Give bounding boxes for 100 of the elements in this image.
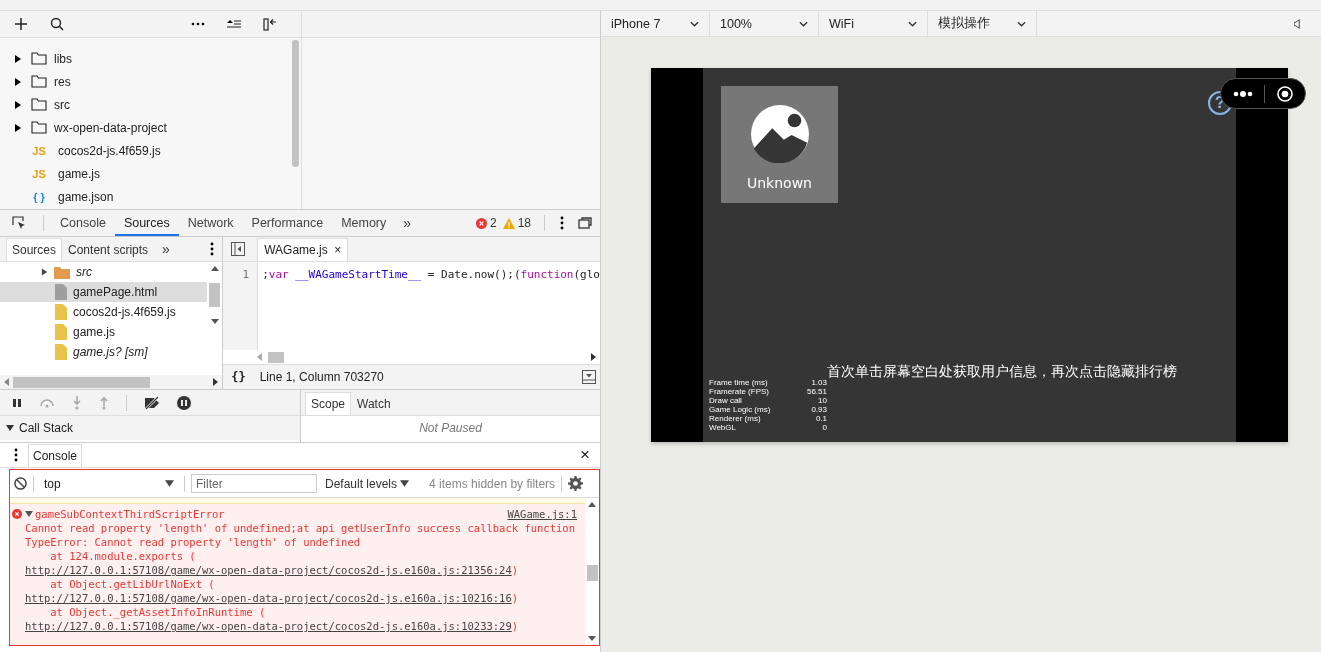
file-list-item[interactable]: game.js? [sm] <box>0 342 208 362</box>
simulator-dropdown[interactable]: iPhone 7 <box>601 11 710 36</box>
stack-link[interactable]: http://127.0.0.1:57108/game/wx-open-data-project/cocos2d-js.e160a.js:21356:24 <box>25 564 512 576</box>
source-link[interactable]: WAGame.js:1 <box>507 507 577 521</box>
expand-arrow-icon[interactable] <box>14 54 22 63</box>
scrollbar-thumb[interactable] <box>292 40 299 167</box>
simulator-dropdown[interactable]: 模拟操作 <box>928 11 1037 36</box>
chevron-down-icon <box>799 20 808 27</box>
close-button[interactable]: × <box>580 445 590 465</box>
image-placeholder-icon <box>750 104 809 163</box>
scroll-right-icon[interactable] <box>591 353 596 361</box>
devtools-tab[interactable]: Network <box>178 210 243 236</box>
clear-console-icon[interactable] <box>14 477 27 490</box>
file-list-item[interactable]: game.js <box>0 322 208 342</box>
scroll-left-icon[interactable] <box>4 378 9 386</box>
scrollbar-thumb[interactable] <box>13 376 150 388</box>
context-dropdown[interactable]: top <box>40 476 178 491</box>
file-tree-item[interactable]: wx-open-data-project <box>0 116 301 139</box>
kebab-menu-icon[interactable] <box>210 242 215 256</box>
stack-link[interactable]: http://127.0.0.1:57108/game/wx-open-data-project/cocos2d-js.e160a.js:10233:29 <box>25 620 512 632</box>
expand-arrow-icon[interactable] <box>41 268 48 276</box>
file-type-icon: JS <box>27 167 51 180</box>
deactivate-breakpoints-icon[interactable] <box>144 395 160 410</box>
simulator-dropdown[interactable]: WiFi <box>819 11 928 36</box>
stack-frame: at Object._getAssetInfoInRuntime ( <box>25 605 577 619</box>
file-tree-item[interactable]: JS cocos2d-js.4f659.js <box>0 139 301 162</box>
more-tabs-button[interactable]: » <box>154 241 178 257</box>
expand-arrow-icon[interactable] <box>14 77 22 86</box>
pretty-print-button[interactable]: {} <box>231 370 246 384</box>
undock-icon[interactable] <box>578 217 592 229</box>
chevron-down-icon <box>690 20 699 27</box>
panel-toggle-icon[interactable] <box>263 17 277 31</box>
file-list-item[interactable]: cocos2d-js.4f659.js <box>0 302 208 322</box>
drawer-toggle-icon[interactable] <box>582 370 596 384</box>
settings-icon[interactable] <box>568 476 584 491</box>
more-icon[interactable] <box>1232 90 1253 97</box>
warning-icon <box>502 217 515 229</box>
search-icon[interactable] <box>50 17 64 31</box>
expand-arrow-icon[interactable] <box>25 510 33 518</box>
expand-arrow-icon[interactable] <box>14 123 22 132</box>
error-count[interactable]: 2 <box>489 216 497 230</box>
pause-on-exceptions-icon[interactable] <box>177 395 191 410</box>
file-list-item[interactable]: src <box>0 262 208 282</box>
add-icon[interactable] <box>14 17 28 31</box>
stack-link[interactable]: http://127.0.0.1:57108/game/wx-open-data-project/cocos2d-js.e160a.js:10216:16 <box>25 592 512 604</box>
error-message: Cannot read property 'length' of undefined;at api getUserInfo success callback function <box>25 521 576 535</box>
devtools-tab[interactable]: Performance <box>242 210 333 236</box>
scroll-down-icon[interactable] <box>588 636 596 641</box>
file-icon <box>55 284 67 300</box>
filter-field[interactable]: Filter <box>191 474 317 493</box>
stack-frame: at 124.module.exports ( <box>25 549 577 563</box>
user-name: Unknown <box>747 174 812 191</box>
kebab-menu-icon[interactable] <box>560 216 564 230</box>
sidebar-tab[interactable]: Scope <box>305 392 352 415</box>
stack-frame: at Object.getLibUrlNoExt ( <box>25 577 577 591</box>
stat-label: WebGL <box>709 423 737 432</box>
file-list-item[interactable]: gamePage.html <box>0 282 208 302</box>
inspect-icon[interactable] <box>12 216 26 230</box>
expand-arrow-icon[interactable] <box>6 424 14 432</box>
simulator-dropdown[interactable]: 100% <box>710 11 819 36</box>
file-tree-item[interactable]: src <box>0 93 301 116</box>
scroll-right-icon[interactable] <box>213 378 219 386</box>
stat-value: 10 <box>817 396 827 405</box>
scroll-up-icon[interactable] <box>210 266 219 271</box>
file-tree-item[interactable]: res <box>0 70 301 93</box>
scrollbar-thumb[interactable] <box>209 283 221 307</box>
stack-frame-end: ) <box>511 620 519 632</box>
devtools-tab[interactable]: Sources <box>114 210 179 236</box>
file-tab[interactable]: WAGame.js × <box>257 238 349 261</box>
more-icon[interactable] <box>191 22 205 26</box>
drawer-tab[interactable]: Console <box>28 444 83 467</box>
more-tabs-button[interactable]: » <box>395 215 420 231</box>
error-icon <box>12 509 22 519</box>
devtools-tab[interactable]: Console <box>51 210 115 236</box>
file-tree-item[interactable]: { } game.json <box>0 185 301 208</box>
stat-label: Renderer (ms) <box>709 414 762 423</box>
scrollbar-thumb[interactable] <box>586 565 598 581</box>
devtools-tab[interactable]: Memory <box>332 210 396 236</box>
close-target-icon[interactable] <box>1277 85 1294 102</box>
pause-icon[interactable] <box>12 397 22 408</box>
scrollbar-thumb[interactable] <box>268 351 285 363</box>
warning-count[interactable]: 18 <box>517 216 531 230</box>
file-type-icon: { } <box>27 190 51 203</box>
folder-icon <box>31 121 47 134</box>
stat-label: Framerate (FPS) <box>709 387 770 396</box>
sidebar-toggle-icon[interactable] <box>231 242 246 256</box>
levels-dropdown[interactable]: Default levels <box>325 476 410 491</box>
file-tree-item[interactable]: JS game.js <box>0 162 301 185</box>
scroll-down-icon[interactable] <box>210 319 219 324</box>
scroll-up-icon[interactable] <box>588 502 596 507</box>
navigator-tab[interactable]: Content scripts <box>62 238 155 261</box>
kebab-menu-icon[interactable] <box>14 448 18 462</box>
sidebar-tab[interactable]: Watch <box>351 392 397 415</box>
call-stack-header[interactable]: Call Stack <box>0 416 300 440</box>
error-title[interactable]: gameSubContextThirdScriptError <box>35 507 225 521</box>
collapse-icon[interactable] <box>227 19 241 29</box>
expand-arrow-icon[interactable] <box>14 100 22 109</box>
navigator-tab[interactable]: Sources <box>6 238 63 261</box>
file-tree-item[interactable]: libs <box>0 47 301 70</box>
speaker-icon[interactable] <box>1294 18 1301 29</box>
